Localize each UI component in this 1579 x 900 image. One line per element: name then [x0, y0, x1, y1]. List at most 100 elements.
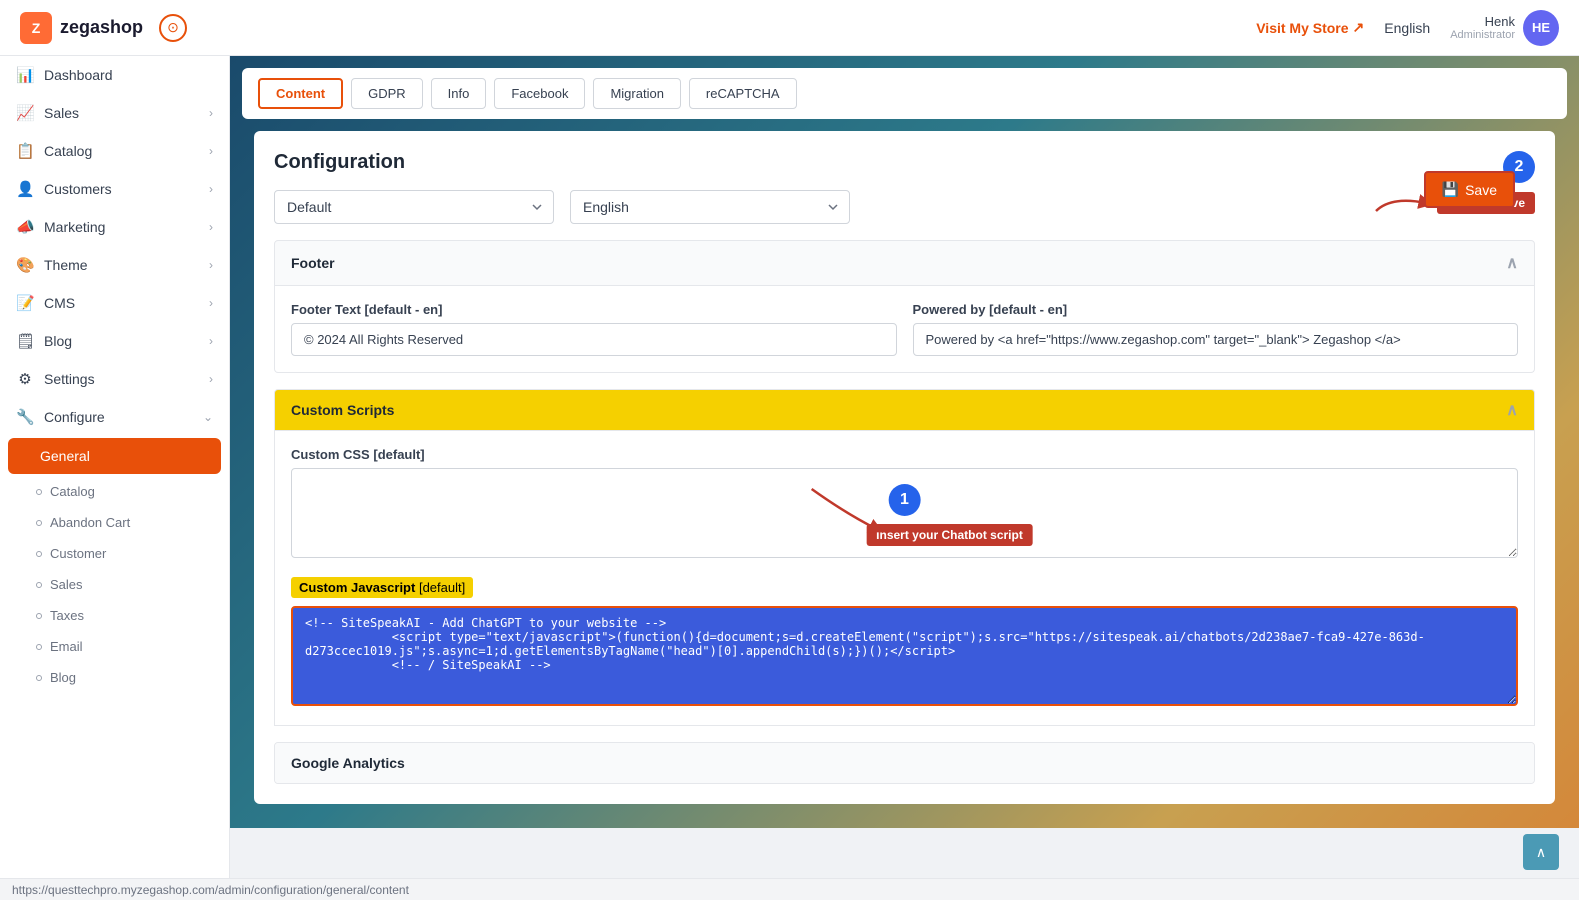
chevron-right-icon: › — [209, 182, 213, 196]
tabs-bar: Content GDPR Info Facebook Migration reC… — [242, 68, 1567, 119]
config-title: Configuration — [274, 151, 1535, 174]
footer-form-row: Footer Text [default - en] Powered by [d… — [291, 302, 1518, 356]
footer-section-content: Footer Text [default - en] Powered by [d… — [274, 286, 1535, 373]
custom-css-label: Custom CSS [default] — [291, 447, 1518, 462]
google-analytics-section: Google Analytics — [274, 742, 1535, 784]
custom-js-textarea[interactable]: <!-- SiteSpeakAI - Add ChatGPT to your w… — [291, 606, 1518, 706]
dot-icon — [36, 551, 42, 557]
footer-text-label: Footer Text [default - en] — [291, 302, 897, 317]
save-button-wrapper: 2 💾 Save — [1371, 151, 1535, 215]
user-avatar: HE — [1523, 10, 1559, 46]
sidebar-item-cms[interactable]: 📝 CMS › — [0, 284, 229, 322]
status-bar: https://questtechpro.myzegashop.com/admi… — [0, 878, 1579, 900]
main-layout: 📊 Dashboard 📈 Sales › 📋 Catalog › 👤 Cust… — [0, 56, 1579, 900]
step1-badge-container: 1 Insert your Chatbot script — [776, 484, 1033, 546]
sidebar-label-blog: Blog — [44, 333, 72, 349]
status-url: https://questtechpro.myzegashop.com/admi… — [12, 883, 409, 897]
sidebar: 📊 Dashboard 📈 Sales › 📋 Catalog › 👤 Cust… — [0, 56, 230, 900]
sidebar-sub-item-taxes[interactable]: Taxes — [0, 600, 229, 631]
sales-icon: 📈 — [16, 104, 34, 122]
sidebar-label-catalog: Catalog — [44, 143, 92, 159]
scroll-top-button[interactable]: ∧ — [1523, 834, 1559, 870]
sidebar-sub-label-customer: Customer — [50, 546, 106, 561]
sidebar-sub-label-abandon-cart: Abandon Cart — [50, 515, 130, 530]
footer-text-input[interactable] — [291, 323, 897, 356]
store-dropdown[interactable]: Default — [274, 190, 554, 224]
save-button[interactable]: 💾 Save — [1424, 171, 1515, 208]
sidebar-sub-label-taxes: Taxes — [50, 608, 84, 623]
footer-section-label: Footer — [291, 255, 335, 271]
powered-by-label: Powered by [default - en] — [913, 302, 1519, 317]
powered-by-group: Powered by [default - en] — [913, 302, 1519, 356]
dot-icon — [36, 675, 42, 681]
sidebar-sub-item-customer[interactable]: Customer — [0, 538, 229, 569]
google-analytics-label: Google Analytics — [291, 755, 405, 771]
dot-icon — [36, 582, 42, 588]
tab-facebook[interactable]: Facebook — [494, 78, 585, 109]
custom-scripts-content: Custom CSS [default] 1 — [274, 431, 1535, 726]
logo-text: zegashop — [60, 17, 143, 38]
sidebar-sub-item-sales[interactable]: Sales — [0, 569, 229, 600]
language-dropdown[interactable]: English — [570, 190, 850, 224]
sidebar-item-blog[interactable]: 🗒 Blog › — [0, 322, 229, 360]
user-role: Administrator — [1450, 29, 1515, 41]
footer-text-group: Footer Text [default - en] — [291, 302, 897, 356]
sidebar-item-settings[interactable]: ⚙ Settings › — [0, 360, 229, 398]
sidebar-toggle-button[interactable]: ⊙ — [159, 14, 187, 42]
sidebar-item-configure[interactable]: 🔧 Configure ⌄ — [0, 398, 229, 436]
sidebar-sub-item-email[interactable]: Email — [0, 631, 229, 662]
sidebar-item-sales[interactable]: 📈 Sales › — [0, 94, 229, 132]
chevron-down-icon: ⌄ — [203, 410, 213, 424]
sidebar-label-cms: CMS — [44, 295, 75, 311]
powered-by-input[interactable] — [913, 323, 1519, 356]
arrow-icon — [1371, 191, 1431, 215]
sidebar-item-catalog[interactable]: 📋 Catalog › — [0, 132, 229, 170]
chevron-right-icon: › — [209, 372, 213, 386]
chevron-right-icon: › — [209, 106, 213, 120]
sidebar-sub-label-email: Email — [50, 639, 83, 654]
tab-content[interactable]: Content — [258, 78, 343, 109]
chevron-right-icon: › — [209, 296, 213, 310]
cms-icon: 📝 — [16, 294, 34, 312]
header-right: Visit My Store ↗ English Henk Administra… — [1256, 10, 1559, 46]
sidebar-sub-item-catalog[interactable]: Catalog — [0, 476, 229, 507]
tab-recaptcha[interactable]: reCAPTCHA — [689, 78, 797, 109]
sidebar-sub-label-general: General — [40, 448, 90, 464]
dot-icon — [36, 520, 42, 526]
sidebar-item-customers[interactable]: 👤 Customers › — [0, 170, 229, 208]
customers-icon: 👤 — [16, 180, 34, 198]
annotation1-label: Insert your Chatbot script — [866, 524, 1033, 546]
sidebar-label-dashboard: Dashboard — [44, 67, 113, 83]
sidebar-sub-label-blog: Blog — [50, 670, 76, 685]
logo-area: Z zegashop ⊙ — [20, 12, 250, 44]
dot-icon — [36, 489, 42, 495]
sidebar-label-marketing: Marketing — [44, 219, 105, 235]
footer-chevron-icon: ∧ — [1506, 253, 1518, 273]
tab-gdpr[interactable]: GDPR — [351, 78, 423, 109]
sidebar-sub-item-general[interactable]: General — [8, 438, 221, 474]
tab-info[interactable]: Info — [431, 78, 487, 109]
catalog-icon: 📋 — [16, 142, 34, 160]
dot-icon — [36, 644, 42, 650]
marketing-icon: 📣 — [16, 218, 34, 236]
sidebar-label-theme: Theme — [44, 257, 88, 273]
sidebar-sub-item-abandon-cart[interactable]: Abandon Cart — [0, 507, 229, 538]
custom-js-group: Custom Javascript [default] <!-- SiteSpe… — [291, 577, 1518, 709]
theme-icon: 🎨 — [16, 256, 34, 274]
custom-js-label: Custom Javascript [default] — [291, 577, 473, 598]
sidebar-label-settings: Settings — [44, 371, 95, 387]
custom-scripts-label: Custom Scripts — [291, 402, 394, 418]
user-info: Henk Administrator HE — [1450, 10, 1559, 46]
sidebar-item-theme[interactable]: 🎨 Theme › — [0, 246, 229, 284]
visit-store-link[interactable]: Visit My Store ↗ — [1256, 19, 1364, 36]
dropdowns-row: Default English — [274, 190, 1535, 224]
step1-arrow-icon — [806, 484, 886, 534]
sidebar-item-marketing[interactable]: 📣 Marketing › — [0, 208, 229, 246]
sidebar-sub-label-catalog: Catalog — [50, 484, 95, 499]
sidebar-item-dashboard[interactable]: 📊 Dashboard — [0, 56, 229, 94]
sidebar-sub-label-sales: Sales — [50, 577, 83, 592]
tab-migration[interactable]: Migration — [593, 78, 680, 109]
save-icon: 💾 — [1442, 181, 1459, 198]
blog-icon: 🗒 — [16, 332, 34, 350]
sidebar-sub-item-blog[interactable]: Blog — [0, 662, 229, 693]
